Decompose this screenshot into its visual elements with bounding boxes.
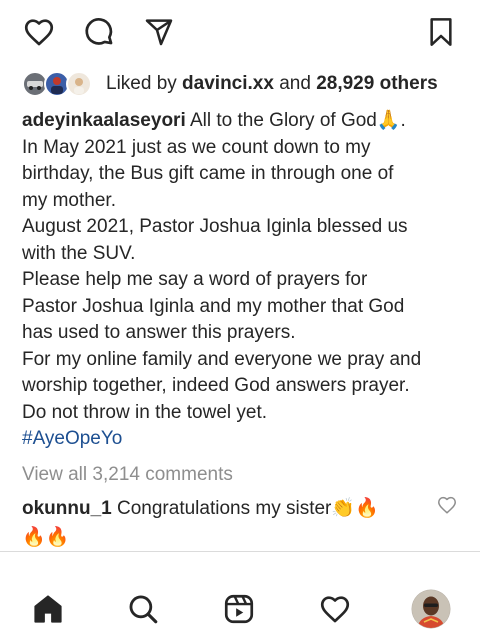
caption-line: with the SUV.: [22, 242, 136, 264]
caption-line: August 2021, Pastor Joshua Iginla blesse…: [22, 216, 408, 237]
comment-username[interactable]: okunnu_1: [22, 498, 112, 519]
profile-avatar[interactable]: [411, 589, 451, 629]
caption-line: my mother.: [22, 189, 116, 211]
comment-icon[interactable]: [81, 14, 117, 50]
search-icon[interactable]: [123, 589, 163, 629]
activity-heart-icon[interactable]: [315, 589, 355, 629]
top-comment: okunnu_1 Congratulations my sister👏🔥 🔥🔥: [22, 494, 422, 552]
caption-line: adeyinkaalaseyori All to the Glory of Go…: [22, 109, 406, 131]
liker-username[interactable]: davinci.xx: [182, 73, 274, 94]
bottom-navigation: [0, 587, 480, 633]
comment-emojis: 👏🔥: [331, 497, 379, 519]
caption-line: birthday, the Bus gift came in through o…: [22, 163, 394, 184]
likes-summary[interactable]: Liked by davinci.xx and 28,929 others: [22, 68, 480, 100]
post-caption: adeyinkaalaseyori All to the Glory of Go…: [22, 107, 468, 453]
likes-text: Liked by davinci.xx and 28,929 others: [106, 73, 438, 94]
caption-line: Pastor Joshua Iginla and my mother that …: [22, 295, 405, 317]
caption-line: In May 2021 just as we count down to my: [22, 136, 371, 158]
caption-line: has used to answer this prayers.: [22, 322, 296, 343]
bookmark-icon[interactable]: [423, 14, 459, 50]
comment-emojis: 🔥🔥: [22, 526, 70, 548]
praying-hands-emoji: 🙏: [376, 109, 401, 131]
comment-like-heart-icon[interactable]: [436, 494, 458, 516]
liker-avatars: [22, 69, 100, 99]
home-icon[interactable]: [28, 589, 68, 629]
avatar: [66, 71, 92, 97]
likes-count[interactable]: 28,929 others: [316, 73, 437, 94]
caption-username[interactable]: adeyinkaalaseyori: [22, 110, 186, 131]
comment-text: Congratulations my sister: [111, 498, 332, 519]
caption-line: For my online family and everyone we pra…: [22, 348, 422, 370]
view-all-comments-link[interactable]: View all 3,214 comments: [22, 464, 233, 486]
caption-line: worship together, indeed God answers pra…: [22, 375, 410, 396]
reels-icon[interactable]: [219, 589, 259, 629]
caption-line: Please help me say a word of prayers for: [22, 269, 368, 290]
caption-hashtag[interactable]: #AyeOpeYo: [22, 426, 468, 453]
caption-line: Do not throw in the towel yet.: [22, 401, 268, 423]
heart-icon[interactable]: [21, 14, 57, 50]
post-action-bar: [0, 14, 480, 54]
divider: [0, 551, 480, 552]
share-icon[interactable]: [141, 14, 177, 50]
